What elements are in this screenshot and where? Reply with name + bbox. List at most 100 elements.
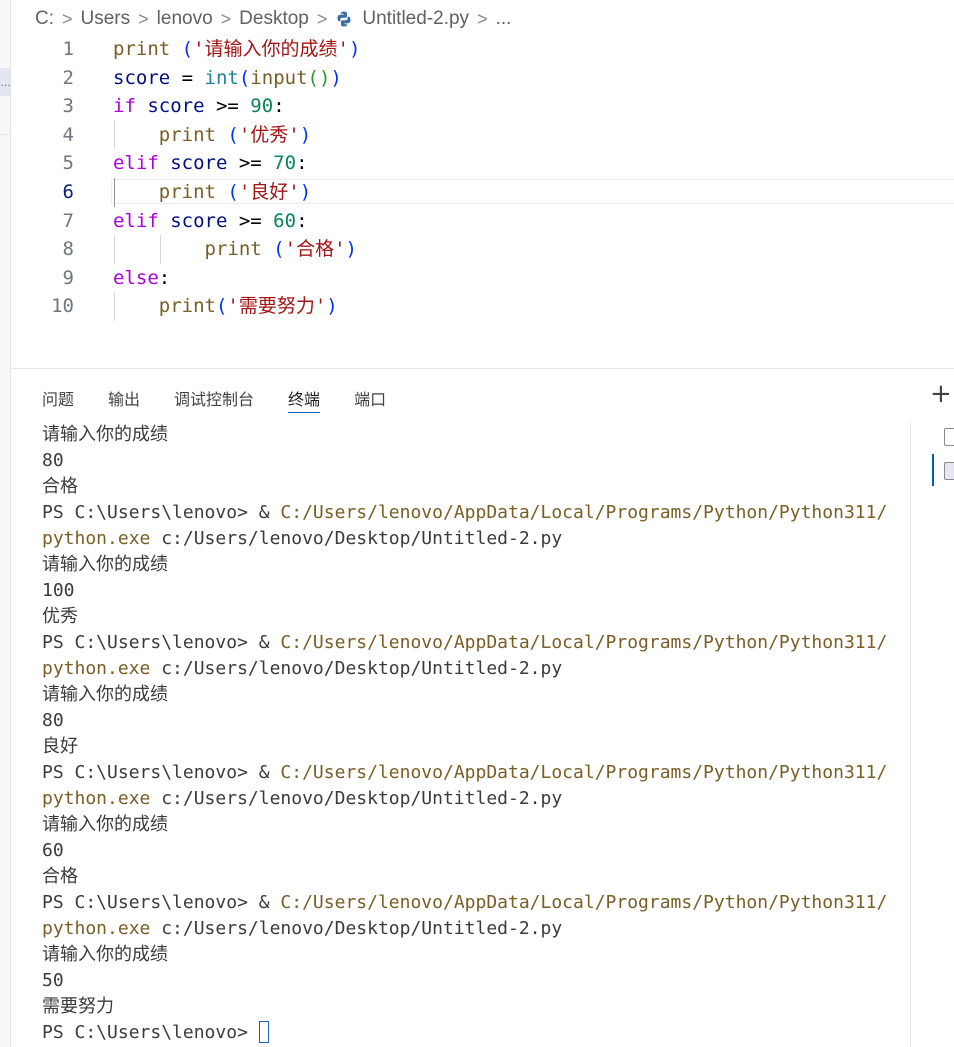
- code-token: 60: [273, 209, 297, 232]
- code-editor[interactable]: 1 print ('请输入你的成绩') 2 score = int(input()) 3…: [11, 35, 954, 365]
- code-token: :: [273, 95, 285, 118]
- code-line[interactable]: 8 print ('合格'): [11, 235, 954, 263]
- line-number: 8: [62, 238, 74, 261]
- terminal-input: 60: [42, 840, 64, 861]
- code-line[interactable]: 9 else:: [11, 264, 954, 292]
- chevron-right-icon: >: [138, 8, 149, 29]
- terminal-prompt-text: 请输入你的成绩: [42, 684, 168, 705]
- code-token: >=: [238, 152, 274, 175]
- code-line[interactable]: 4 print ('优秀'): [11, 121, 954, 149]
- code-token: score: [135, 95, 216, 118]
- terminal-input: 80: [42, 710, 64, 731]
- terminal-prompt-text: 请输入你的成绩: [42, 554, 168, 575]
- code-token: ): [349, 38, 361, 60]
- code-text: if score >= 90:: [113, 92, 285, 120]
- breadcrumb-file[interactable]: Untitled-2.py: [362, 8, 469, 30]
- terminal-output-line: 优秀: [42, 604, 910, 630]
- terminal-exe-name: python.exe: [42, 918, 151, 939]
- code-token: 90: [250, 95, 274, 118]
- breadcrumb-more[interactable]: ...: [496, 8, 512, 30]
- line-number: 6: [62, 181, 74, 203]
- terminal-input: 100: [42, 580, 75, 601]
- indent-guide: [114, 235, 115, 264]
- terminal-prompt-text: 请输入你的成绩: [42, 814, 168, 835]
- code-token: ): [345, 238, 357, 261]
- code-token: else: [113, 266, 159, 289]
- panel-divider: [11, 368, 954, 369]
- indent-guide: [159, 235, 161, 264]
- code-token: '合格': [284, 238, 346, 261]
- code-line[interactable]: 1 print ('请输入你的成绩'): [11, 35, 954, 63]
- breadcrumb: C: > Users > lenovo > Desktop > Untitled…: [35, 6, 511, 32]
- tab-3[interactable]: 终端: [288, 384, 321, 414]
- terminal-tab-icon[interactable]: [944, 462, 954, 480]
- terminal-exe-path: C:/Users/lenovo/AppData/Local/Programs/P…: [280, 892, 888, 913]
- terminal-output-line: 合格: [42, 474, 910, 500]
- breadcrumb-lenovo[interactable]: lenovo: [157, 8, 213, 30]
- code-token: 70: [273, 152, 297, 175]
- terminal-prompt: PS C:\Users\lenovo> &: [42, 632, 281, 653]
- code-token: :: [158, 266, 171, 289]
- code-token: (: [227, 181, 239, 203]
- terminal-result: 合格: [42, 866, 78, 887]
- chevron-right-icon: >: [477, 8, 488, 29]
- panel-tabs: 问题 输出 调试控制台 终端 端口: [42, 384, 420, 414]
- terminal-exe-name: python.exe: [42, 658, 151, 679]
- code-line[interactable]: 6 print ('良好'): [11, 178, 954, 206]
- terminal-command-line: PS C:\Users\lenovo> & C:/Users/lenovo/Ap…: [42, 500, 910, 526]
- code-token: =: [170, 66, 205, 89]
- active-terminal-indicator: [932, 454, 934, 486]
- terminal-prompt: PS C:\Users\lenovo> &: [42, 502, 281, 523]
- tab-1[interactable]: 输出: [108, 384, 140, 414]
- terminal-input-line: 80: [42, 448, 910, 474]
- terminal-list: [932, 424, 954, 494]
- code-token: print: [113, 123, 216, 146]
- activity-strip: …: [0, 0, 11, 1047]
- tab-2[interactable]: 调试控制台: [174, 384, 254, 414]
- tab-4[interactable]: 端口: [354, 384, 386, 414]
- terminal-input: 80: [42, 450, 64, 471]
- terminal-tab-icon[interactable]: [944, 428, 954, 446]
- terminal-output-line: 请输入你的成绩: [42, 422, 910, 448]
- terminal-scrollbar[interactable]: [910, 422, 911, 1047]
- plus-icon[interactable]: +: [930, 380, 954, 408]
- breadcrumb-users[interactable]: Users: [81, 8, 131, 30]
- code-line[interactable]: 2 score = int(input()): [11, 64, 954, 92]
- terminal-prompt-text: 请输入你的成绩: [42, 424, 168, 445]
- tab-0[interactable]: 问题: [42, 384, 74, 414]
- terminal-input: 50: [42, 970, 64, 991]
- line-number: 5: [62, 152, 74, 175]
- terminal-final-prompt-line[interactable]: PS C:\Users\lenovo>: [42, 1020, 910, 1046]
- code-line[interactable]: 10 print('需要努力'): [11, 292, 954, 320]
- code-token: input: [250, 66, 308, 89]
- terminal-cursor: [258, 1021, 269, 1043]
- terminal-prompt-text: 请输入你的成绩: [42, 944, 168, 965]
- code-token: :: [296, 209, 308, 232]
- code-token: '优秀': [238, 123, 300, 146]
- code-line[interactable]: 3 if score >= 90:: [11, 92, 954, 120]
- indent-guide: [114, 178, 115, 207]
- terminal-command-line: python.exe c:/Users/lenovo/Desktop/Untit…: [42, 526, 910, 552]
- code-token: '请输入你的成绩': [193, 38, 349, 60]
- chevron-right-icon: >: [220, 8, 232, 29]
- terminal-prompt: PS C:\Users\lenovo> &: [42, 762, 281, 783]
- code-line[interactable]: 7 elif score >= 60:: [11, 207, 954, 235]
- code-token: print: [113, 38, 171, 60]
- line-number: 7: [62, 209, 74, 232]
- terminal-output[interactable]: 请输入你的成绩 80 合格 PS C:\Users\lenovo> & C:/User…: [42, 422, 910, 1046]
- line-number: 3: [62, 95, 74, 118]
- terminal-script-path: c:/Users/lenovo/Desktop/Untitled-2.py: [150, 918, 563, 939]
- terminal-output-line: 请输入你的成绩: [42, 942, 910, 968]
- terminal-exe-path: C:/Users/lenovo/AppData/Local/Programs/P…: [280, 762, 888, 783]
- line-number: 4: [62, 123, 74, 146]
- terminal-output-line: 合格: [42, 864, 910, 890]
- breadcrumb-desktop[interactable]: Desktop: [239, 8, 309, 30]
- terminal-exe-name: python.exe: [42, 528, 151, 549]
- code-token: >=: [215, 95, 251, 118]
- code-line[interactable]: 5 elif score >= 70:: [11, 149, 954, 177]
- breadcrumb-drive[interactable]: C:: [35, 8, 54, 30]
- terminal-output-line: 请输入你的成绩: [42, 812, 910, 838]
